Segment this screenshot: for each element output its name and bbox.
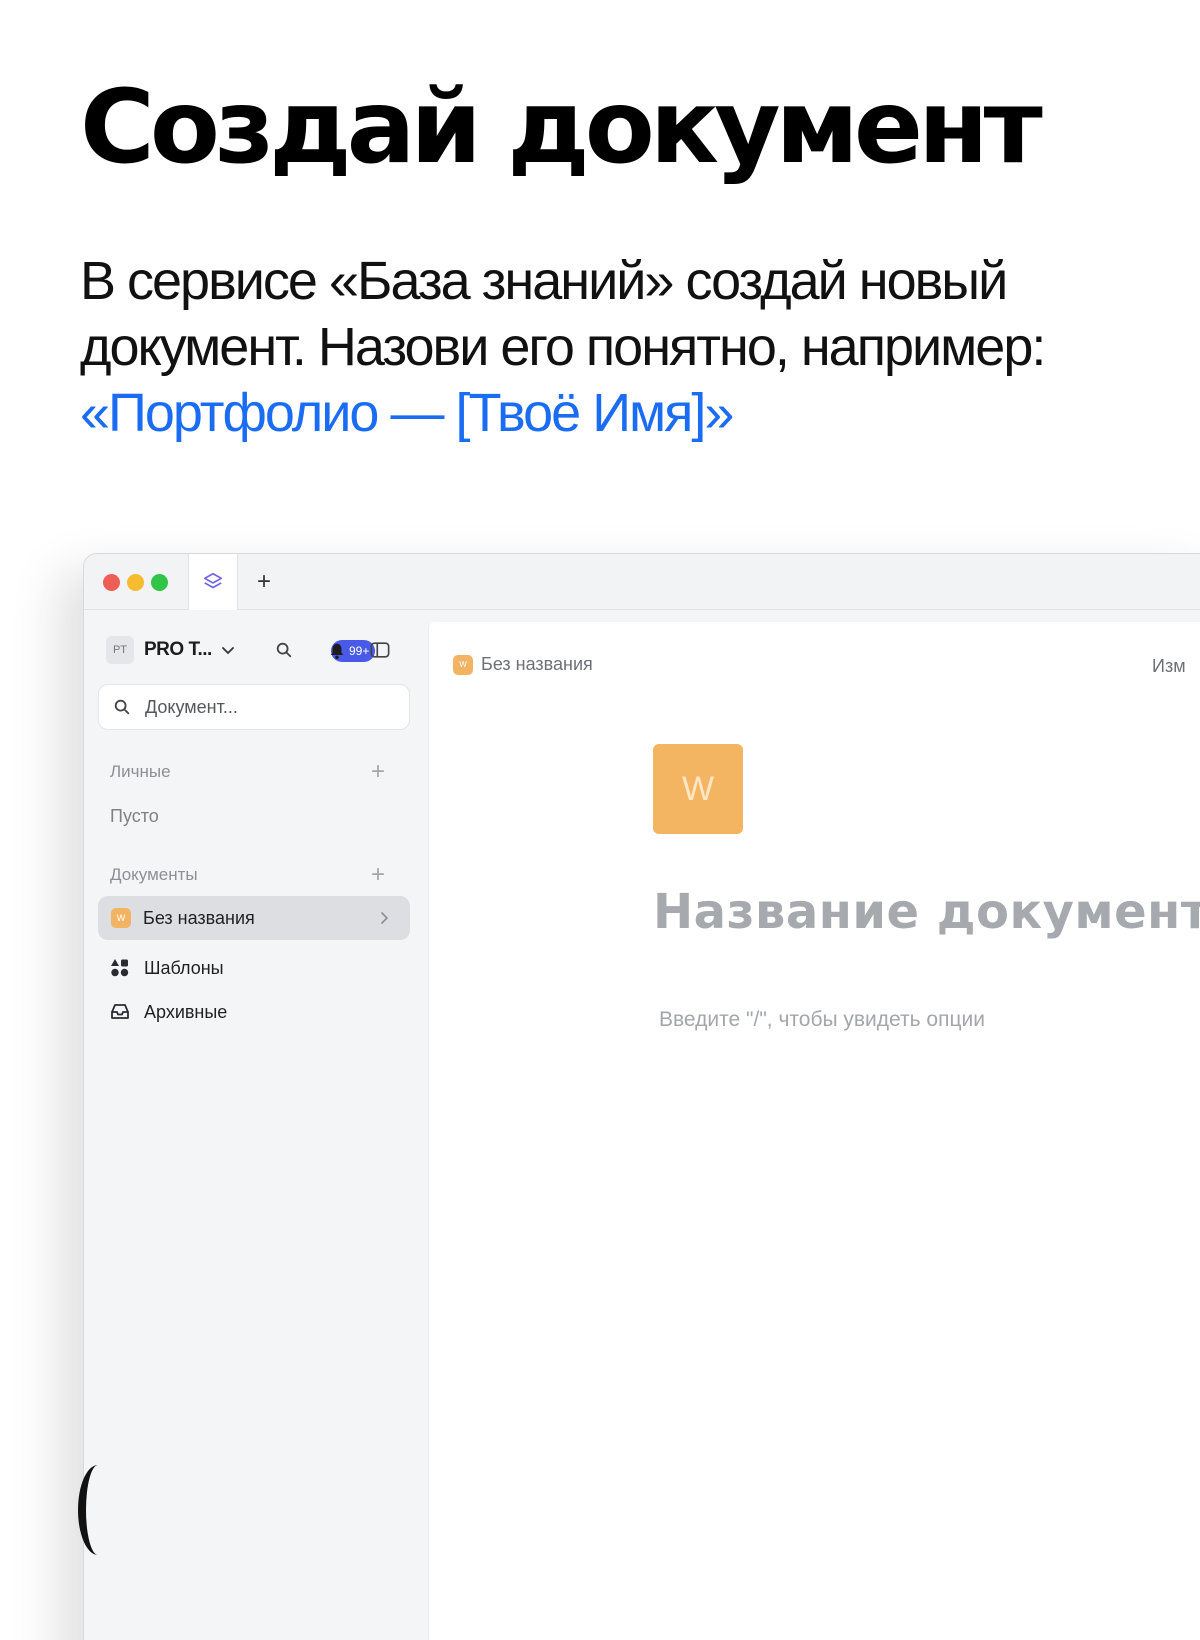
edit-status-label: Изм [1152,656,1186,676]
document-badge: W [111,908,131,928]
decorative-arc [78,1465,118,1555]
bell-icon [330,643,344,660]
sidebar-item-untitled-document[interactable]: W Без названия [98,896,410,940]
breadcrumb[interactable]: W Без названия [453,654,593,675]
maximize-window-button[interactable] [151,574,168,591]
add-personal-button[interactable]: + [366,760,390,784]
lead-instruction: В сервисе «База знаний» создай новый док… [80,251,1046,377]
search-placeholder: Документ... [145,696,238,717]
search-button[interactable] [270,636,298,664]
lead-example-name: «Портфолио — [Твоё Имя]» [80,383,734,443]
title-bar: + [84,554,1200,610]
workspace-name: PRO T... [144,639,212,660]
document-badge: W [453,654,473,675]
sidebar-item-label: Без названия [143,907,255,928]
layers-icon [203,572,223,589]
close-window-button[interactable] [103,574,120,591]
section-title-documents: Документы [110,865,198,884]
sidebar-item-templates[interactable]: Шаблоны [110,954,224,982]
sidebar-item-label: Архивные [144,1001,228,1022]
workspace-avatar: PT [106,636,134,664]
page-heading: Создай документ [80,68,1043,187]
minimize-window-button[interactable] [127,574,144,591]
workspace-switcher[interactable]: PT PRO T... [106,636,236,664]
app-window: + PT PRO T... 99+ Документ... Личные + П… [83,553,1200,1640]
sidebar-item-archive[interactable]: Архивные [110,998,227,1026]
breadcrumb-label: Без названия [481,654,593,674]
app-tab[interactable] [188,554,238,610]
templates-icon [111,959,129,977]
sidebar: PT PRO T... 99+ Документ... Личные + Пус… [84,610,424,1640]
lead-text: В сервисе «База знаний» создай новый док… [80,248,1180,446]
chevron-right-icon [381,912,389,924]
add-document-button[interactable]: + [366,863,390,887]
document-icon[interactable]: W [653,744,743,834]
search-icon [276,642,292,658]
personal-empty-text: Пусто [110,806,159,826]
sidebar-item-label: Шаблоны [144,957,224,978]
sidebar-search-input[interactable]: Документ... [98,684,410,730]
new-tab-button[interactable]: + [250,568,278,596]
archive-icon [111,1004,129,1019]
document-body-placeholder[interactable]: Введите "/", чтобы увидеть опции [659,1008,985,1032]
toggle-sidebar-button[interactable] [366,636,394,664]
document-title-input[interactable]: Название документ [653,884,1200,940]
chevron-down-icon [221,647,234,655]
section-title-personal: Личные [110,762,171,781]
sidebar-toggle-icon [370,642,390,658]
document-editor: W Без названия Изм W Название документ В… [428,622,1200,1640]
search-icon [114,699,130,715]
